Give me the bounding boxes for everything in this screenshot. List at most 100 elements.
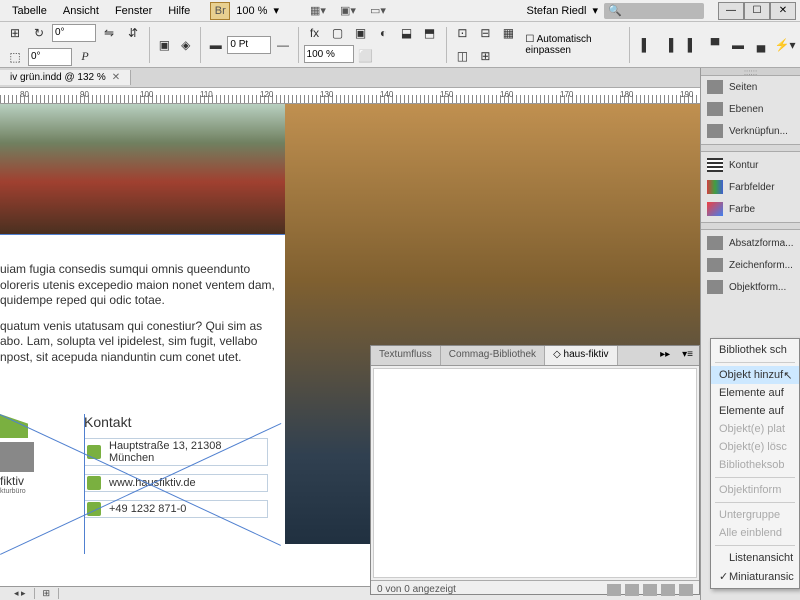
library-find-icon[interactable] (625, 584, 639, 596)
flyout-icon[interactable]: ⚡▾ (774, 34, 796, 56)
fill-frame-icon[interactable]: ▦ (497, 22, 519, 44)
maximize-button[interactable]: ☐ (744, 2, 770, 20)
center-icon[interactable]: ⊞ (474, 45, 496, 67)
panel-menu-icon[interactable]: ▾≡ (676, 346, 699, 365)
logo-text: fiktiv (0, 474, 50, 488)
align-top-icon[interactable]: ▀ (704, 34, 726, 56)
stroke-weight[interactable] (227, 36, 271, 54)
zoom-level[interactable]: 100 % (230, 5, 273, 17)
close-button[interactable]: ✕ (770, 2, 796, 20)
dock-handle-icon[interactable]: :::::: (701, 68, 800, 76)
panel-ebenen[interactable]: Ebenen (701, 98, 800, 120)
library-panel[interactable]: Textumfluss Commag-Bibliothek ◇ haus-fik… (370, 345, 700, 595)
layers-icon (707, 102, 723, 116)
panel-seiten[interactable]: Seiten (701, 76, 800, 98)
shear-field[interactable] (28, 48, 72, 66)
menu-bibliothek-schliessen[interactable]: Bibliothek sch (711, 341, 799, 359)
status-segment[interactable]: ⊞ (35, 588, 60, 599)
rotate-icon[interactable]: ↻ (28, 22, 50, 44)
menu-tabelle[interactable]: Tabelle (4, 3, 55, 19)
panel-absatzformate[interactable]: Absatzforma... (701, 232, 800, 254)
panel-objektformate[interactable]: Objektform... (701, 276, 800, 298)
paragraph-styles-icon (707, 236, 723, 250)
contact-web-frame[interactable]: www.hausfiktiv.de (84, 474, 268, 492)
corner-icon[interactable]: ⬜ (355, 45, 377, 67)
user-name: Stefan Riedl (527, 5, 587, 17)
horizontal-ruler[interactable]: 80 90 100 110 120 130 140 150 160 170 18… (0, 88, 800, 104)
menu-miniaturansicht[interactable]: ✓Miniaturansic (711, 567, 799, 586)
tab-textumfluss[interactable]: Textumfluss (371, 346, 441, 365)
menu-hilfe[interactable]: Hilfe (160, 3, 198, 19)
menu-objekte-loeschen: Objekt(e) lösc (711, 438, 799, 456)
library-delete-icon[interactable] (679, 584, 693, 596)
body-text-frame[interactable]: uiam fugia consedis sumqui omnis queendu… (0, 262, 280, 376)
stroke-icon[interactable]: ▬ (206, 34, 225, 56)
screen-mode-icon[interactable]: ▣▾ (339, 2, 357, 20)
links-icon (707, 124, 723, 138)
library-info-icon[interactable] (607, 584, 621, 596)
flip-v-icon[interactable]: ⇵ (122, 22, 144, 44)
placed-image-rooftop[interactable] (0, 104, 285, 234)
select-container-icon[interactable]: ▣ (155, 34, 174, 56)
search-icon: 🔍 (608, 4, 622, 17)
wrap-jump-icon[interactable]: ⬓ (396, 22, 418, 44)
select-content-icon[interactable]: ◈ (176, 34, 195, 56)
fit-frame-icon[interactable]: ⊟ (474, 22, 496, 44)
wrap-none-icon[interactable]: ▢ (327, 22, 349, 44)
shear-icon[interactable]: ⬚ (4, 46, 26, 68)
menu-fenster[interactable]: Fenster (107, 3, 160, 19)
opacity-field[interactable] (304, 45, 354, 63)
align-bot-icon[interactable]: ▄ (750, 34, 772, 56)
library-content[interactable] (373, 368, 697, 578)
tab-commag-bibliothek[interactable]: Commag-Bibliothek (441, 346, 545, 365)
menu-listenansicht[interactable]: Listenansicht (711, 549, 799, 567)
panel-collapse-icon[interactable]: ▸▸ (654, 346, 676, 365)
panel-kontur[interactable]: Kontur (701, 154, 800, 176)
panel-farbfelder[interactable]: Farbfelder (701, 176, 800, 198)
wrap-shape-icon[interactable]: ◐ (373, 22, 395, 44)
logo-shape2-icon (0, 442, 34, 472)
view-options-icon[interactable]: ▦▾ (309, 2, 327, 20)
auto-fit-checkbox[interactable]: ☐ Automatisch einpassen (525, 34, 624, 56)
tab-close-icon[interactable]: ✕ (112, 72, 120, 83)
align-left-icon[interactable]: ▌ (635, 34, 657, 56)
logo-subtitle: kturbüro (0, 488, 50, 495)
menu-objekt-hinzufuegen[interactable]: Objekt hinzuf↖ (711, 366, 799, 384)
panel-farbe[interactable]: Farbe (701, 198, 800, 220)
zoom-dropdown-icon[interactable]: ▾ (273, 4, 279, 17)
bridge-icon[interactable]: Br (210, 2, 230, 20)
wrap-bbox-icon[interactable]: ▣ (350, 22, 372, 44)
stroke-style-icon[interactable]: — (273, 34, 292, 56)
contact-heading: Kontakt (84, 414, 268, 430)
logo-frame[interactable]: fiktiv kturbüro (0, 414, 50, 484)
fit-prop-icon[interactable]: ◫ (451, 45, 473, 67)
align-center-icon[interactable]: ▐ (658, 34, 680, 56)
rotation-field[interactable] (52, 24, 96, 42)
library-new-icon[interactable] (643, 584, 657, 596)
color-icon (707, 202, 723, 216)
transform-p-icon[interactable]: P (74, 46, 96, 68)
panel-verknuepfungen[interactable]: Verknüpfun... (701, 120, 800, 142)
align-right-icon[interactable]: ▌ (681, 34, 703, 56)
library-add-icon[interactable] (661, 584, 675, 596)
wrap-next-icon[interactable]: ⬒ (419, 22, 441, 44)
panel-zeichenformate[interactable]: Zeichenform... (701, 254, 800, 276)
menu-objektinformationen: Objektinform (711, 481, 799, 499)
tab-haus-fiktiv[interactable]: ◇ haus-fiktiv (545, 346, 617, 365)
reference-point-icon[interactable]: ⊞ (4, 22, 26, 44)
effects-icon[interactable]: fx (304, 22, 326, 44)
arrange-icon[interactable]: ▭▾ (369, 2, 387, 20)
flip-h-icon[interactable]: ⇋ (98, 22, 120, 44)
menu-elemente-auf-2[interactable]: Elemente auf (711, 402, 799, 420)
search-input[interactable]: 🔍 (604, 3, 704, 19)
menu-elemente-auf-1[interactable]: Elemente auf (711, 384, 799, 402)
menu-objekte-platzieren: Objekt(e) plat (711, 420, 799, 438)
minimize-button[interactable]: — (718, 2, 744, 20)
align-mid-icon[interactable]: ▬ (727, 34, 749, 56)
user-dropdown-icon[interactable]: ▾ (592, 4, 598, 17)
menu-ansicht[interactable]: Ansicht (55, 3, 107, 19)
character-styles-icon (707, 258, 723, 272)
page-nav[interactable]: ◂ ▸ (6, 588, 35, 599)
fit-content-icon[interactable]: ⊡ (451, 22, 473, 44)
document-tab[interactable]: iv grün.indd @ 132 % ✕ (0, 70, 131, 85)
